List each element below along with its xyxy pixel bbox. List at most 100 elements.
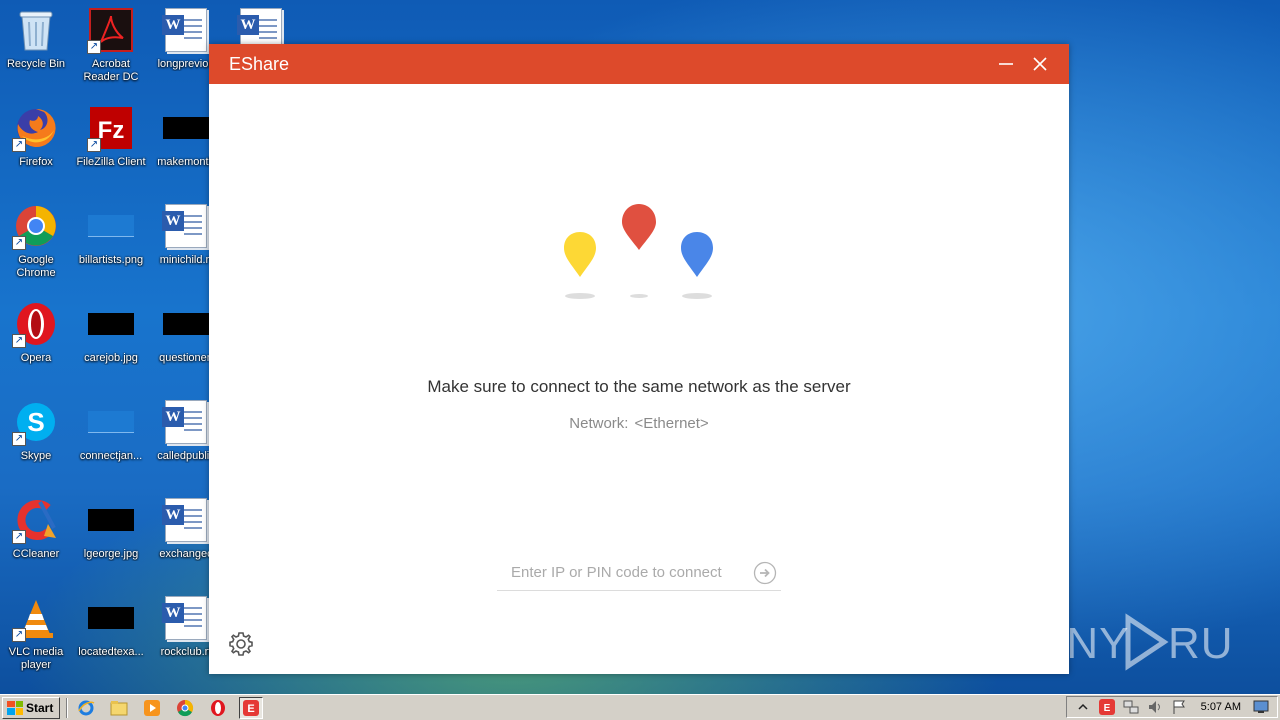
svg-text:S: S [27, 407, 44, 437]
network-value: <Ethernet> [634, 415, 709, 432]
image-file-icon [87, 202, 135, 250]
desktop-icon-label: Skype [20, 450, 52, 462]
quicklaunch-ie[interactable] [74, 697, 98, 719]
desktop-icon-label: Acrobat Reader DC [83, 58, 139, 83]
desktop-icon-opera[interactable]: Opera [0, 300, 74, 390]
arrow-right-circle-icon [753, 561, 777, 585]
desktop-icon-label: FileZilla Client [76, 156, 146, 168]
start-label: Start [26, 700, 54, 715]
show-hidden-icons-button[interactable] [1074, 699, 1092, 715]
connect-go-button[interactable] [753, 561, 777, 585]
desktop-icon-label: VLC media player [8, 646, 64, 671]
monitor-icon [1253, 700, 1269, 713]
start-button[interactable]: Start [2, 696, 61, 719]
desktop-icon-filezilla[interactable]: Fz FileZilla Client [73, 104, 149, 194]
minimize-icon [999, 63, 1013, 65]
shortcut-arrow-icon [12, 236, 26, 250]
ip-pin-input[interactable] [497, 563, 747, 581]
image-file-icon [87, 496, 135, 544]
image-file-icon [162, 104, 210, 152]
vlc-cone-icon [12, 594, 60, 642]
quicklaunch-chrome[interactable] [173, 697, 197, 719]
desktop-icon-carejob[interactable]: carejob.jpg [73, 300, 149, 390]
image-file-icon [87, 300, 135, 348]
blue-bubble-icon [681, 232, 713, 277]
gear-icon [229, 632, 253, 656]
desktop-icon-google-chrome[interactable]: Google Chrome [0, 202, 74, 292]
network-bubbles-illustration [564, 204, 713, 299]
speaker-icon [1148, 701, 1160, 713]
word-document-icon: W [162, 594, 210, 642]
yellow-bubble-shadow [565, 293, 595, 299]
skype-icon: S [12, 398, 60, 446]
flag-icon [1173, 700, 1185, 714]
taskbar-clock[interactable]: 5:07 AM [1201, 701, 1241, 713]
desktop-icon-connectjan[interactable]: connectjan... [73, 398, 149, 488]
desktop-icon-billartists[interactable]: billartists.png [73, 202, 149, 292]
quicklaunch-media-player[interactable] [140, 697, 164, 719]
quicklaunch-explorer[interactable] [107, 697, 131, 719]
desktop-icon-label: Google Chrome [16, 254, 56, 279]
window-titlebar[interactable]: EShare [209, 44, 1069, 84]
acrobat-icon [87, 6, 135, 54]
filezilla-icon: Fz [87, 104, 135, 152]
desktop-icon-locatedtexa[interactable]: locatedtexa... [73, 594, 149, 684]
connect-field-row [497, 554, 781, 591]
system-tray: E 5:07 AM [1065, 696, 1278, 718]
tray-network[interactable] [1122, 699, 1140, 715]
desktop-icon-label: carejob.jpg [84, 352, 138, 364]
word-document-icon: W [162, 6, 210, 54]
desktop-icon-label: Recycle Bin [6, 58, 66, 70]
desktop-icon-label: Opera [20, 352, 52, 364]
network-icon [1123, 700, 1139, 714]
chrome-icon [177, 699, 194, 716]
opera-icon [12, 300, 60, 348]
eshare-window: EShare Make sure to connect to the same … [209, 44, 1069, 674]
tray-eshare[interactable]: E [1098, 699, 1116, 715]
desktop-icon-recycle-bin[interactable]: Recycle Bin [0, 6, 74, 96]
network-status: Network: <Ethernet> [209, 415, 1069, 432]
chrome-icon [12, 202, 60, 250]
image-file-icon [87, 398, 135, 446]
window-title: EShare [229, 53, 290, 74]
desktop-icon-label: billartists.png [78, 254, 144, 266]
settings-button[interactable] [227, 630, 255, 658]
show-desktop-button[interactable] [1252, 699, 1270, 715]
internet-explorer-icon [78, 700, 95, 715]
shortcut-arrow-icon [12, 628, 26, 642]
tray-volume[interactable] [1146, 699, 1164, 715]
shortcut-arrow-icon [12, 138, 26, 152]
media-player-icon [144, 699, 161, 716]
taskbar: Start E E 5:07 AM [0, 694, 1280, 720]
firefox-icon [12, 104, 60, 152]
image-file-icon [87, 594, 135, 642]
shortcut-arrow-icon [12, 432, 26, 446]
close-button[interactable] [1025, 50, 1055, 78]
desktop-icon-ccleaner[interactable]: CCleaner [0, 496, 74, 586]
svg-text:E: E [248, 703, 255, 715]
desktop-icon-label: CCleaner [12, 548, 60, 560]
desktop-icon-label: connectjan... [79, 450, 143, 462]
desktop-icon-lgeorge[interactable]: lgeorge.jpg [73, 496, 149, 586]
desktop-icon-firefox[interactable]: Firefox [0, 104, 74, 194]
shortcut-arrow-icon [12, 334, 26, 348]
desktop-icon-skype[interactable]: S Skype [0, 398, 74, 488]
taskbar-eshare[interactable]: E [239, 696, 264, 719]
chevron-up-icon [1078, 703, 1088, 710]
folder-icon [110, 700, 128, 715]
red-bubble-shadow [630, 294, 648, 298]
desktop-icon-vlc[interactable]: VLC media player [0, 594, 74, 684]
word-document-icon: W [162, 398, 210, 446]
svg-text:E: E [1103, 703, 1110, 714]
red-bubble-icon [622, 204, 656, 250]
blue-bubble-shadow [682, 293, 712, 299]
quicklaunch-opera[interactable] [206, 697, 230, 719]
eshare-tray-icon: E [1098, 699, 1115, 715]
ccleaner-icon [12, 496, 60, 544]
shortcut-arrow-icon [87, 138, 101, 152]
eshare-app-icon: E [243, 699, 260, 716]
minimize-button[interactable] [991, 50, 1021, 78]
close-icon [1033, 57, 1047, 71]
tray-action-center[interactable] [1170, 699, 1188, 715]
desktop-icon-acrobat-reader[interactable]: Acrobat Reader DC [73, 6, 149, 96]
